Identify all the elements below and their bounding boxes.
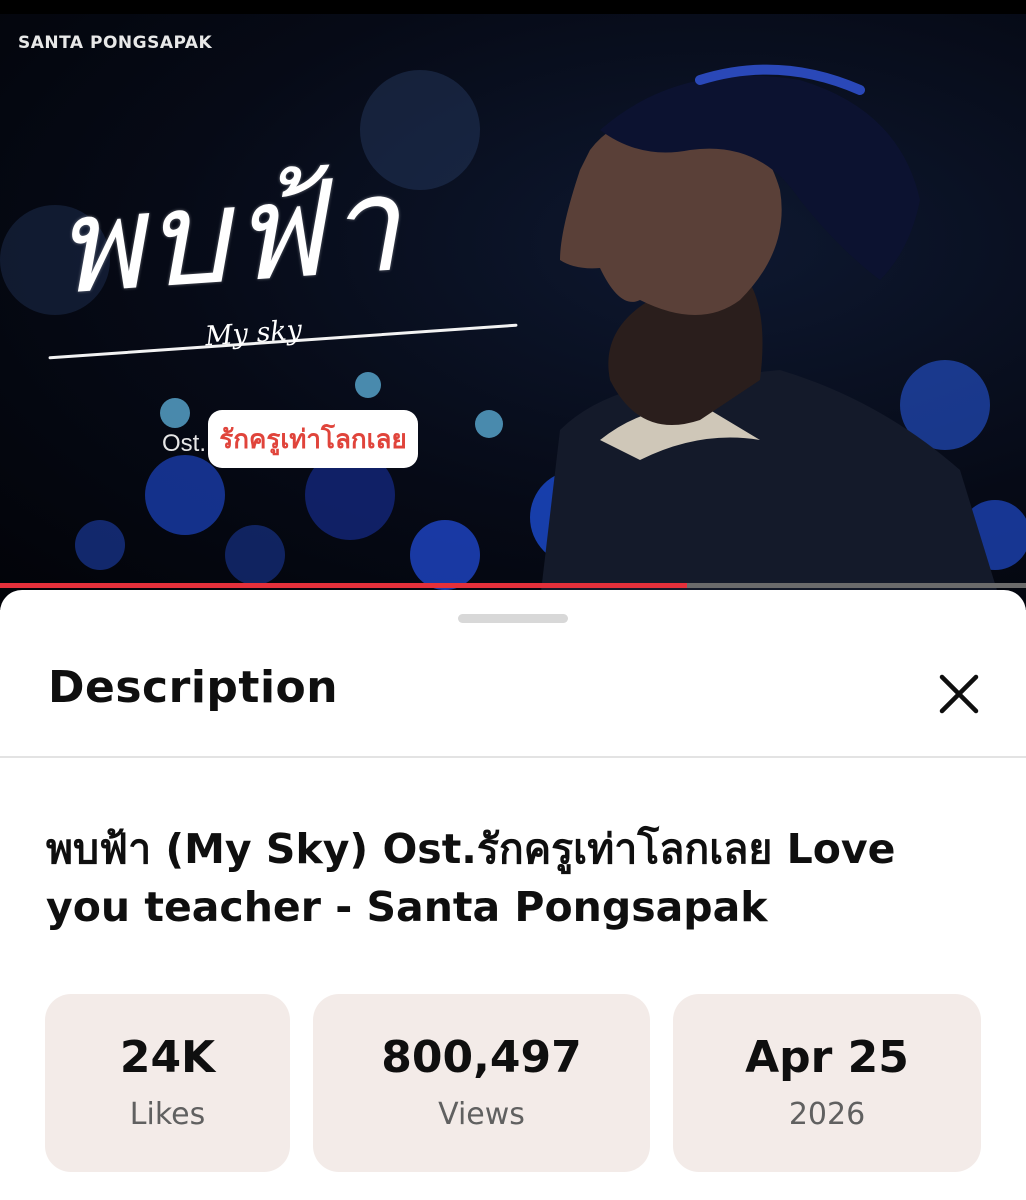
ost-logo: รักครูเท่าโลกเลย	[208, 410, 418, 468]
likes-stat: 24K Likes	[45, 994, 290, 1172]
views-label: Views	[438, 1096, 525, 1132]
video-title: พบฟ้า (My Sky) Ost.รักครูเท่าโลกเลย Love…	[46, 825, 896, 931]
views-stat: 800,497 Views	[313, 994, 650, 1172]
likes-label: Likes	[129, 1096, 206, 1132]
sheet-title: Description	[48, 662, 339, 713]
upload-year: 2026	[788, 1096, 866, 1132]
divider	[0, 756, 1026, 758]
views-count: 800,497	[381, 1032, 582, 1084]
video-player[interactable]: SANTA PONGSAPAK พบฟ้า My sky Ost. รักครู…	[0, 0, 1026, 610]
progress-fill	[0, 583, 688, 588]
close-button[interactable]	[930, 665, 988, 723]
channel-watermark: SANTA PONGSAPAK	[18, 33, 213, 53]
drag-handle[interactable]	[458, 614, 568, 623]
description-sheet: Description พบฟ้า (My Sky) Ost.รักครูเท่…	[0, 590, 1026, 1200]
progress-bar[interactable]	[0, 583, 1026, 588]
upload-date: Apr 25	[745, 1032, 909, 1084]
close-icon	[939, 674, 979, 714]
likes-count: 24K	[119, 1032, 216, 1084]
title-art: พบฟ้า	[50, 147, 407, 325]
date-stat: Apr 25 2026	[673, 994, 981, 1172]
ost-prefix: Ost.	[162, 430, 207, 457]
